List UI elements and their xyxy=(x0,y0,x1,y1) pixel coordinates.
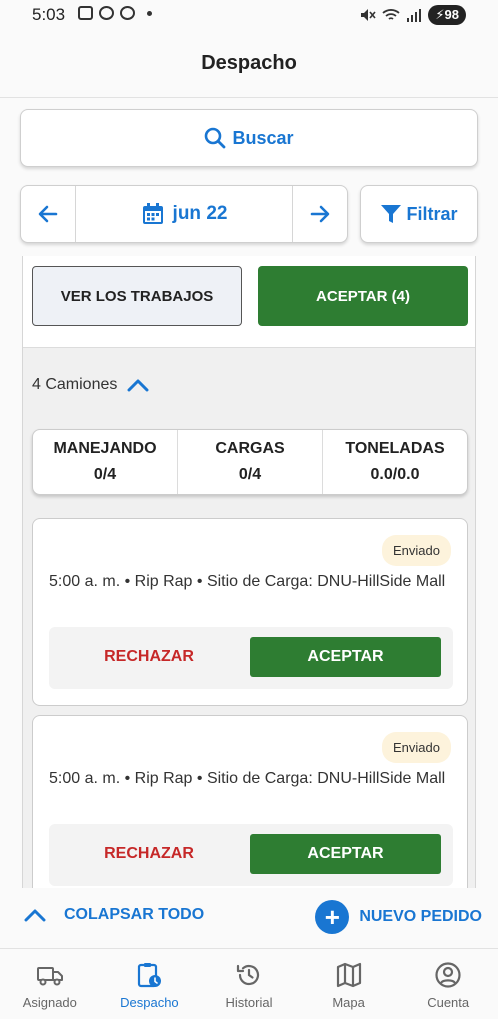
nav-item-dispatch[interactable]: Despacho xyxy=(100,949,200,1019)
job-description: 5:00 a. m. • Rip Rap • Sitio de Carga: D… xyxy=(49,573,446,590)
nav-label: Asignado xyxy=(22,995,77,1010)
chevron-up-icon xyxy=(24,909,46,922)
footer-actions: COLAPSAR TODO + NUEVO PEDIDO xyxy=(0,888,498,948)
map-icon xyxy=(335,961,363,989)
accept-all-button[interactable]: ACEPTAR (4) xyxy=(258,266,468,326)
new-order-button[interactable]: + NUEVO PEDIDO xyxy=(315,900,482,934)
account-icon xyxy=(434,961,462,989)
search-button[interactable]: Buscar xyxy=(20,109,478,167)
reject-button[interactable]: RECHAZAR xyxy=(49,834,249,874)
stat-label: TONELADAS xyxy=(345,440,445,457)
stat-label: CARGAS xyxy=(215,440,285,457)
nav-label: Cuenta xyxy=(427,995,470,1010)
search-label: Buscar xyxy=(232,127,294,148)
job-card[interactable]: Enviado 5:00 a. m. • Rip Rap • Sitio de … xyxy=(32,518,468,706)
job-card[interactable]: Enviado 5:00 a. m. • Rip Rap • Sitio de … xyxy=(32,715,468,888)
job-description: 5:00 a. m. • Rip Rap • Sitio de Carga: D… xyxy=(49,770,446,787)
collapse-all-label: COLAPSAR TODO xyxy=(64,906,205,923)
message-notification-icon xyxy=(120,6,135,20)
accept-button[interactable]: ACEPTAR xyxy=(250,834,441,874)
filter-label: Filtrar xyxy=(406,203,458,224)
nav-item-history[interactable]: Historial xyxy=(199,949,299,1019)
wifi-icon xyxy=(382,9,400,20)
stat-value: 0/4 xyxy=(93,466,117,483)
next-day-button[interactable] xyxy=(293,186,347,242)
chevron-up-icon xyxy=(127,379,149,392)
reject-button[interactable]: RECHAZAR xyxy=(49,637,249,677)
new-order-label: NUEVO PEDIDO xyxy=(359,908,482,925)
date-navigator: jun 22 xyxy=(20,185,348,243)
status-badge: Enviado xyxy=(382,732,451,763)
stat-value: 0/4 xyxy=(238,466,262,483)
truck-icon xyxy=(36,961,64,989)
stat-label: MANEJANDO xyxy=(53,440,157,457)
arrow-right-icon xyxy=(310,205,330,223)
nav-item-map[interactable]: Mapa xyxy=(299,949,399,1019)
status-bar: 5:03 ⚡98 xyxy=(0,0,498,30)
accept-button[interactable]: ACEPTAR xyxy=(250,637,441,677)
system-icons: ⚡98 xyxy=(360,5,466,25)
trucks-count-label: 4 Camiones xyxy=(32,376,118,393)
nav-label: Historial xyxy=(225,995,273,1010)
nav-label: Despacho xyxy=(120,995,179,1010)
current-date: jun 22 xyxy=(172,203,228,224)
previous-day-button[interactable] xyxy=(21,186,75,242)
mute-icon xyxy=(361,9,377,21)
calendar-icon xyxy=(142,203,163,224)
page-title: Despacho xyxy=(201,52,297,74)
date-picker-button[interactable]: jun 22 xyxy=(75,186,293,242)
arrow-left-icon xyxy=(38,205,58,223)
battery-level: 98 xyxy=(444,7,459,22)
more-notifications-icon xyxy=(147,10,152,16)
stat-driving: MANEJANDO 0/4 xyxy=(33,430,177,494)
collapse-all-button[interactable]: COLAPSAR TODO xyxy=(24,906,204,924)
stats-card: MANEJANDO 0/4 CARGAS 0/4 TONELADAS 0.0/0… xyxy=(32,429,468,495)
nav-label: Mapa xyxy=(332,995,365,1010)
status-badge: Enviado xyxy=(382,535,451,566)
stat-tons: TONELADAS 0.0/0.0 xyxy=(322,430,467,494)
stat-value: 0.0/0.0 xyxy=(370,466,420,483)
nav-item-assigned[interactable]: Asignado xyxy=(0,949,100,1019)
signal-icon xyxy=(407,9,422,22)
battery-indicator: ⚡98 xyxy=(428,5,466,25)
history-icon xyxy=(235,961,263,989)
bottom-navigation: Asignado Despacho Historial Mapa Cuenta xyxy=(0,948,498,1019)
gallery-notification-icon xyxy=(78,6,93,20)
app-bar: Despacho xyxy=(0,30,498,98)
plus-icon: + xyxy=(315,900,350,934)
app-notification-icon xyxy=(99,6,114,20)
panel-actions: VER LOS TRABAJOS ACEPTAR (4) xyxy=(23,256,475,348)
filter-icon xyxy=(381,205,402,223)
job-actions: RECHAZAR ACEPTAR xyxy=(49,627,453,689)
notification-icons xyxy=(78,6,152,20)
nav-item-account[interactable]: Cuenta xyxy=(398,949,498,1019)
view-jobs-button[interactable]: VER LOS TRABAJOS xyxy=(32,266,242,326)
clipboard-clock-icon xyxy=(135,961,163,989)
filter-button[interactable]: Filtrar xyxy=(360,185,478,243)
job-actions: RECHAZAR ACEPTAR xyxy=(49,824,453,886)
trucks-toggle[interactable]: 4 Camiones xyxy=(32,376,149,394)
status-time: 5:03 xyxy=(32,5,66,24)
dispatch-panel: VER LOS TRABAJOS ACEPTAR (4) 4 Camiones … xyxy=(22,256,476,888)
search-icon xyxy=(205,127,226,149)
stat-loads: CARGAS 0/4 xyxy=(177,430,322,494)
